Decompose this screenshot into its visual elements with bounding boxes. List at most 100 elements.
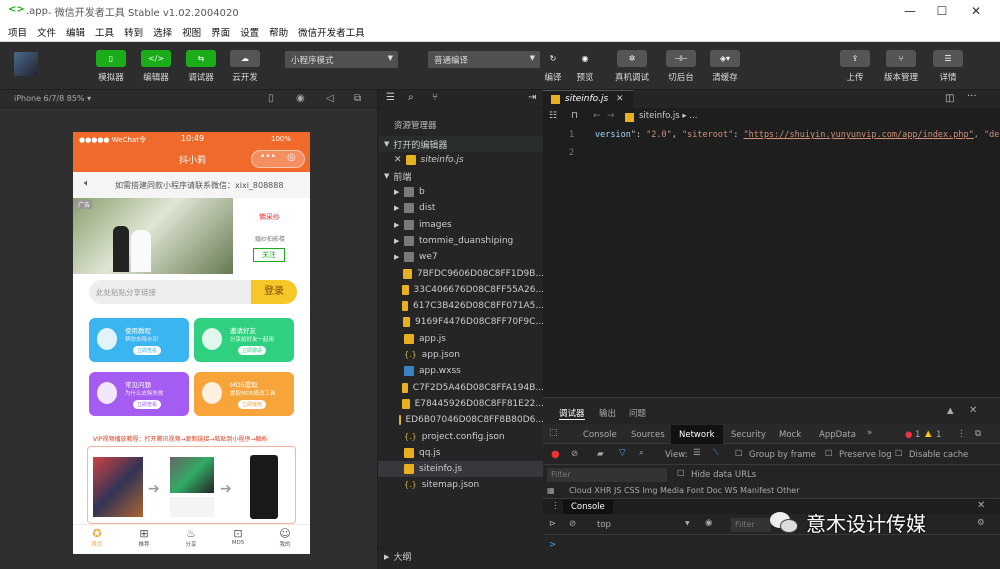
context-select[interactable]: top (597, 520, 611, 530)
version-button[interactable]: ⑂ 版本管理 (884, 50, 918, 83)
close-panel-icon[interactable]: ✕ (969, 405, 977, 416)
more-icon[interactable]: ••• (260, 152, 276, 162)
background-button[interactable]: ⊣⊢ 切后台 (666, 50, 696, 83)
real-debug-button[interactable]: ✲ 真机调试 (615, 50, 649, 83)
menu-settings[interactable]: 设置 (240, 25, 259, 39)
network-filter-input[interactable]: Filter (547, 468, 667, 482)
gear-icon[interactable]: ⚙ (977, 518, 985, 528)
dock-icon[interactable]: ⧉ (975, 429, 981, 439)
login-button[interactable]: 登录 (251, 280, 297, 304)
menu-project[interactable]: 项目 (8, 25, 27, 39)
resource-type-filters[interactable]: Cloud XHR JS CSS Img Media Font Doc WS M… (569, 486, 800, 495)
record-icon[interactable]: ● (551, 449, 560, 460)
menu-edit[interactable]: 编辑 (66, 25, 85, 39)
tree-item-json[interactable]: {.} sitemap.json (378, 477, 544, 493)
kebab-icon[interactable]: ⋮ (551, 501, 560, 511)
maximize-button[interactable]: ☐ (927, 0, 957, 22)
menu-select[interactable]: 选择 (153, 25, 172, 39)
tree-item-js[interactable]: qq.js (378, 445, 544, 461)
tree-item-js[interactable]: ED6B07046D08C8FF8B80D6... (378, 412, 544, 428)
card-button[interactable]: 立即使用 (238, 400, 267, 409)
card-invite[interactable]: 邀请好友 分享给好友一起用 立即邀请 (194, 318, 294, 362)
tab-share[interactable]: ♨ 分享 (177, 527, 205, 548)
capsule-menu[interactable]: ••• ◎ (251, 150, 305, 168)
list-icon[interactable]: ☷ (549, 111, 557, 121)
tab-mock[interactable]: Mock (779, 430, 801, 440)
tab-siteinfo[interactable]: siteinfo.js ✕ (543, 90, 633, 108)
tree-item-js[interactable]: 9169F4476D08C8FF70F9C... (378, 314, 544, 330)
list-icon[interactable]: ☰ (386, 92, 395, 103)
compile-select[interactable]: 普通编译 ▼ (428, 51, 540, 68)
tree-item-js[interactable]: 617C3B426D08C8FF071A5... (378, 298, 544, 314)
clear-icon[interactable]: ⊘ (571, 449, 578, 459)
forward-icon[interactable]: → (607, 111, 615, 121)
tree-item-js[interactable]: 33C406676D08C8FF55A26... (378, 282, 544, 298)
menu-goto[interactable]: 转到 (124, 25, 143, 39)
group-frame-checkbox[interactable]: ☐ (735, 449, 743, 459)
link-input[interactable]: 此处粘贴分享链接 (89, 280, 251, 304)
clear-cache-button[interactable]: ◈▾ 清缓存 (710, 50, 740, 83)
tree-item-js[interactable]: app.js (378, 331, 544, 347)
debugger-button[interactable]: ⇆ 调试器 (186, 50, 216, 83)
kebab-icon[interactable]: ⋮ (957, 429, 966, 439)
tab-problems[interactable]: 问题 (629, 407, 646, 419)
waterfall-icon[interactable]: ⟍ (713, 448, 719, 458)
menu-interface[interactable]: 界面 (211, 25, 230, 39)
open-editor-item[interactable]: ✕ siteinfo.js (378, 152, 544, 168)
simulator-button[interactable]: ▯ 模拟器 (96, 50, 126, 83)
ad-follow-button[interactable]: 关注 (253, 248, 285, 262)
ad-image[interactable]: 广告 (73, 198, 233, 274)
record-icon[interactable]: ◉ (296, 93, 305, 104)
card-button[interactable]: 立即查看 (133, 346, 162, 355)
menu-view[interactable]: 视图 (182, 25, 201, 39)
outline-section[interactable]: ▶ 大纲 (378, 548, 544, 564)
camera-icon[interactable]: ▰ (597, 449, 604, 459)
avatar[interactable] (14, 52, 38, 76)
tab-debugger[interactable]: 调试器 (559, 407, 585, 420)
window-icon[interactable]: ⧉ (354, 93, 361, 104)
clear-console-icon[interactable]: ⊘ (569, 519, 576, 529)
split-editor-icon[interactable]: ◫ (945, 93, 954, 104)
target-icon[interactable]: ◎ (287, 152, 296, 163)
card-button[interactable]: 立即查看 (133, 400, 162, 409)
menu-file[interactable]: 文件 (37, 25, 56, 39)
bookmark-icon[interactable]: ⊓ (571, 111, 578, 121)
card-tutorial[interactable]: 使用教程 帮你去除水印 立即查看 (89, 318, 189, 362)
eye-icon[interactable]: ◉ (705, 518, 712, 528)
disable-cache-checkbox[interactable]: ☐ (895, 449, 903, 459)
hide-data-urls-checkbox[interactable]: ☐ (677, 469, 685, 479)
volume-icon[interactable]: ◁ (326, 93, 334, 104)
back-icon[interactable]: ← (593, 111, 601, 121)
preview-button[interactable]: ◉ 预览 (573, 50, 597, 83)
tab-sources[interactable]: Sources (631, 430, 665, 440)
menu-help[interactable]: 帮助 (269, 25, 288, 39)
tree-item-js[interactable]: C7F2D5A46D08C8FFA194B... (378, 380, 544, 396)
project-section[interactable]: ▼ 前端 (378, 168, 544, 184)
tree-item-folder[interactable]: ▶ we7 (378, 249, 544, 265)
inspect-icon[interactable]: ⬚ (549, 428, 558, 438)
console-filter-input[interactable]: Filter (731, 518, 771, 532)
maximize-panel-icon[interactable]: ▲ (947, 406, 954, 416)
close-icon[interactable]: ✕ (394, 155, 402, 165)
tab-mine[interactable]: ☺ 我的 (271, 527, 299, 548)
tree-item-json[interactable]: {.} project.config.json (378, 429, 544, 445)
more-icon[interactable]: ··· (967, 91, 977, 102)
tab-security[interactable]: Security (731, 430, 766, 440)
tab-console[interactable]: Console (583, 430, 617, 440)
details-button[interactable]: ☰ 详情 (933, 50, 963, 83)
tree-item-folder[interactable]: ▶ images (378, 217, 544, 233)
tab-home[interactable]: ✪ 首页 (83, 527, 111, 548)
compile-button[interactable]: ↻ 编译 (541, 50, 565, 83)
card-faq[interactable]: 常见问题 为什么去除失败 立即查看 (89, 372, 189, 416)
collapse-icon[interactable]: ⇥ (528, 92, 536, 103)
git-branch-icon[interactable]: ⑂ (432, 92, 438, 103)
code-line-1[interactable]: version": "2.0", "siteroot": "https://sh… (595, 130, 1000, 140)
mode-select[interactable]: 小程序模式 ▼ (285, 51, 398, 68)
tree-item-js[interactable]: siteinfo.js (378, 461, 544, 478)
search-icon[interactable]: ⌕ (639, 448, 644, 458)
cloud-button[interactable]: ☁ 云开发 (230, 50, 260, 83)
tree-item-folder[interactable]: ▶ b (378, 184, 544, 200)
close-button[interactable]: ✕ (961, 0, 991, 22)
upload-button[interactable]: ⇪ 上传 (840, 50, 870, 83)
list-view-icon[interactable]: ☰ (693, 448, 701, 458)
